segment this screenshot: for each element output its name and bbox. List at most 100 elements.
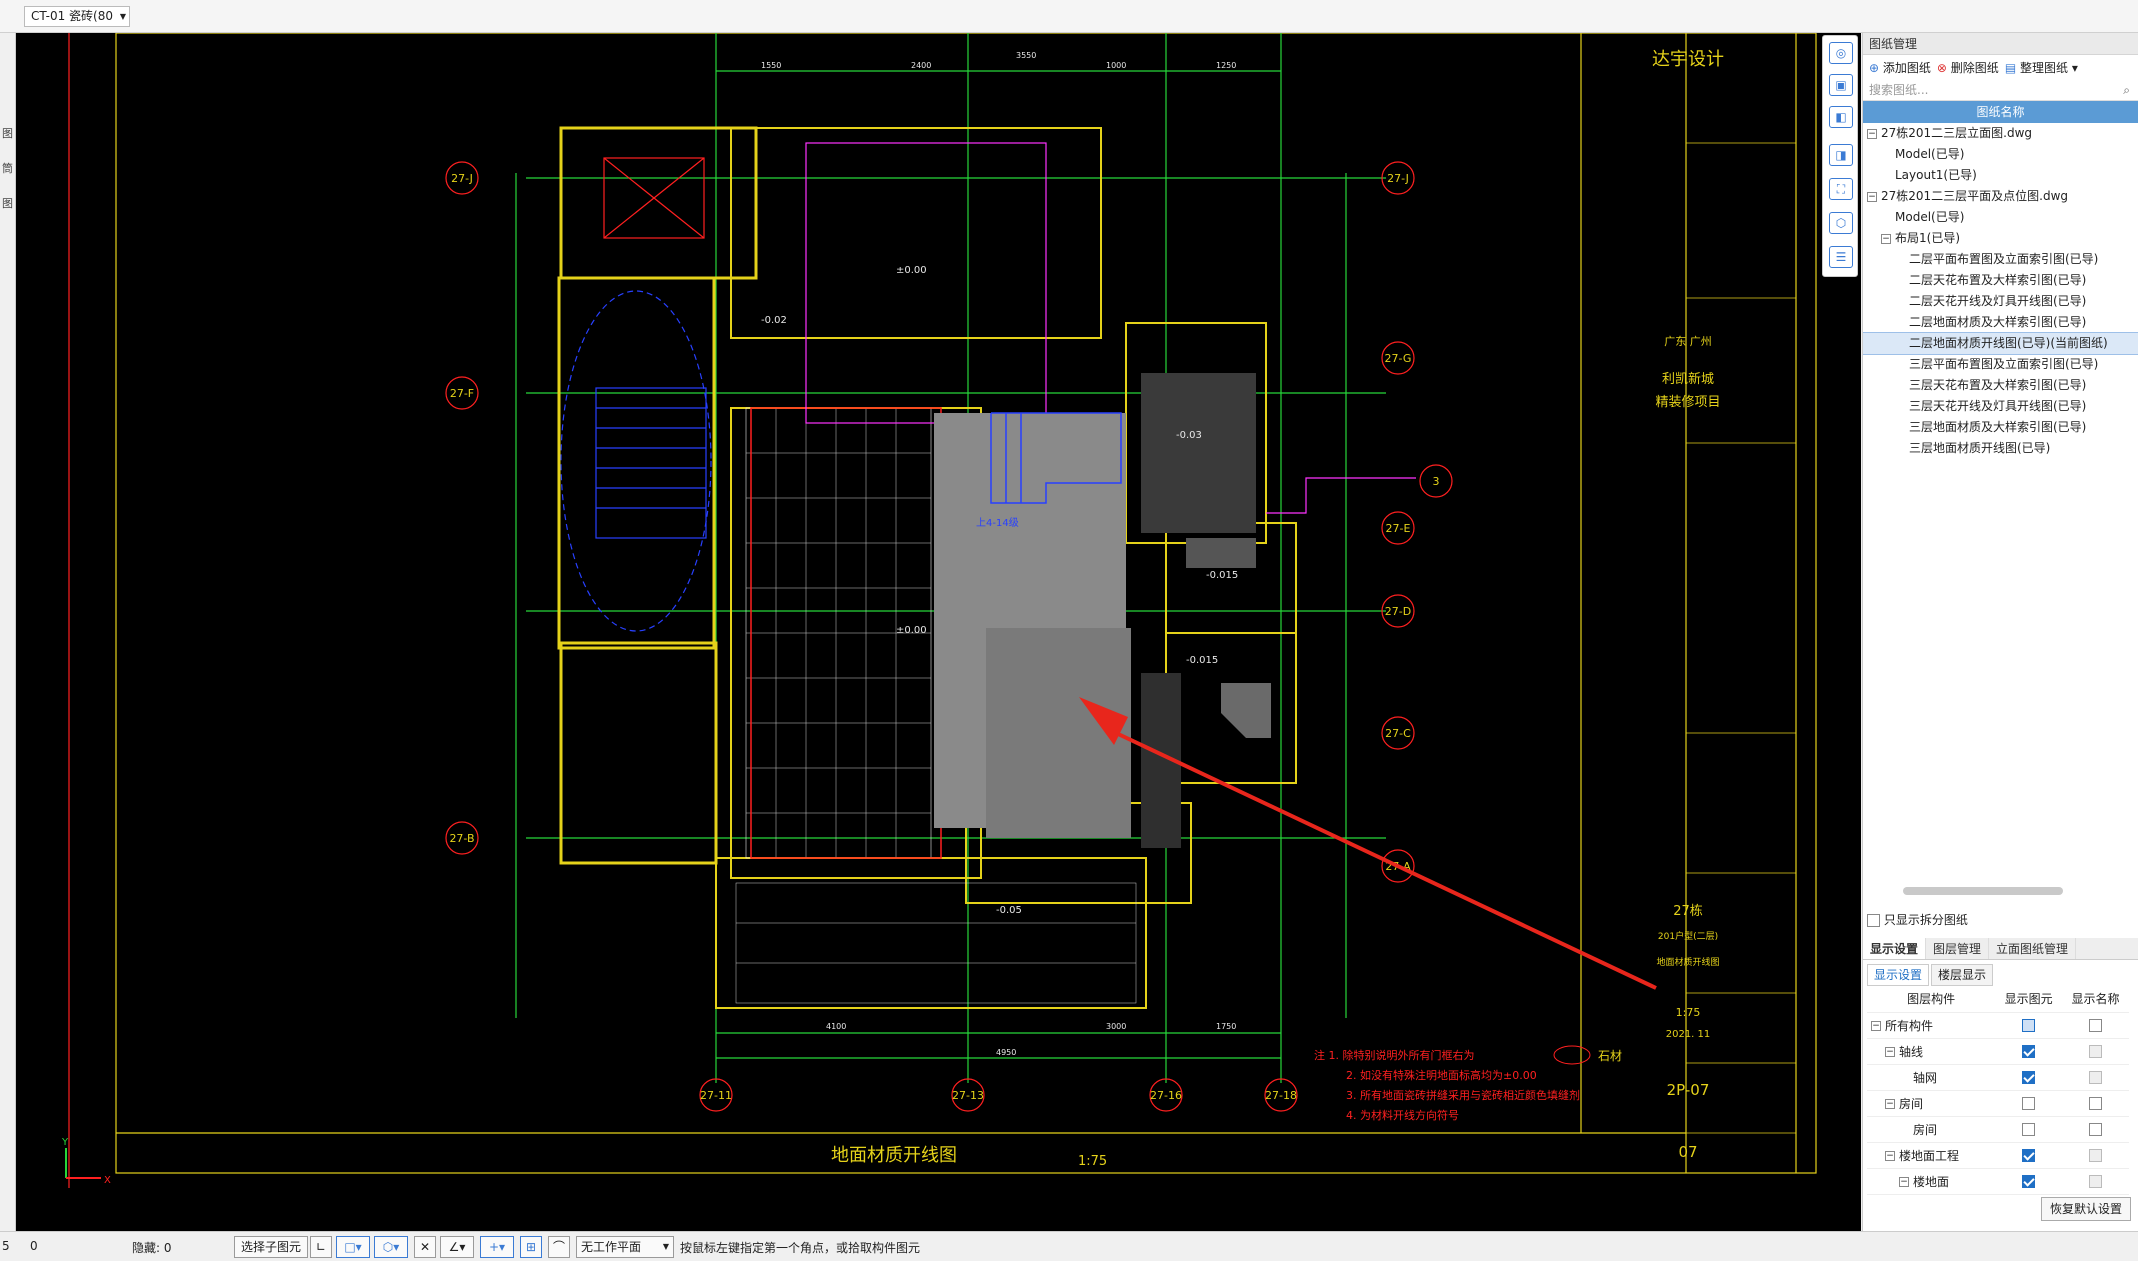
show-name-checkbox[interactable] xyxy=(2089,1123,2103,1136)
side-view-icon[interactable]: ◨ xyxy=(1829,144,1853,166)
add-drawing-button[interactable]: ⊕ 添加图纸 xyxy=(1869,59,1931,76)
show-name-checkbox[interactable] xyxy=(2089,1045,2103,1058)
dim-text: 1750 xyxy=(1216,1022,1236,1031)
select-child-button[interactable]: 选择子图元 xyxy=(234,1236,308,1258)
cross-icon[interactable]: ✕ xyxy=(414,1236,436,1258)
subtab-0[interactable]: 显示设置 xyxy=(1867,964,1930,986)
show-element-checkbox[interactable] xyxy=(2022,1175,2036,1188)
tree-item[interactable]: 二层天花开线及灯具开线图(已导) xyxy=(1909,291,2086,312)
tree-item[interactable]: 二层天花布置及大样索引图(已导) xyxy=(1909,270,2086,291)
collapse-icon[interactable]: − xyxy=(1871,1021,1881,1031)
snap-icon[interactable]: +▾ xyxy=(480,1236,514,1258)
restore-defaults-button[interactable]: 恢复默认设置 xyxy=(2041,1197,2131,1221)
tree-item[interactable]: 二层地面材质及大样索引图(已导) xyxy=(1909,312,2086,333)
wall xyxy=(557,276,716,650)
layer-table: 图层构件 显示图元 显示名称 − 所有构件 − 轴线 轴网 − 房间 房间 − 楼地面工程 − 楼地面 xyxy=(1867,986,2129,1195)
show-element-checkbox[interactable] xyxy=(2022,1123,2036,1136)
collapse-icon[interactable]: − xyxy=(1885,1151,1895,1161)
level-label: -0.015 xyxy=(1186,655,1218,666)
orbit-icon[interactable]: ◎ xyxy=(1829,42,1853,64)
tree-item[interactable]: −27栋201二三层立面图.dwg xyxy=(1867,123,2032,144)
left-strip-item[interactable]: 图 xyxy=(2,195,13,211)
axis-label: 27-18 xyxy=(1265,1089,1297,1102)
axis-label: 27-D xyxy=(1385,605,1411,618)
tree-item[interactable]: 二层平面布置图及立面索引图(已导) xyxy=(1909,249,2098,270)
tb-unit: 201户型(二层) xyxy=(1658,930,1718,942)
ortho-icon[interactable]: ∟ xyxy=(310,1236,332,1258)
collapse-icon[interactable]: − xyxy=(1899,1177,1909,1187)
show-element-checkbox[interactable] xyxy=(2022,1149,2036,1162)
tab-0[interactable]: 显示设置 xyxy=(1863,938,1927,959)
axis-label: 27-J xyxy=(451,172,473,185)
layer-row: − 楼地面 xyxy=(1867,1168,2129,1195)
select-box-icon[interactable]: □▾ xyxy=(336,1236,370,1258)
checkbox[interactable] xyxy=(1867,914,1880,927)
tree-item[interactable]: Model(已导) xyxy=(1895,207,1964,228)
show-name-checkbox[interactable] xyxy=(2089,1019,2103,1032)
arc-icon[interactable]: ⌒ xyxy=(548,1236,570,1258)
level-label: -0.05 xyxy=(996,905,1022,916)
tree-item-label: 三层地面材质及大样索引图(已导) xyxy=(1909,420,2087,434)
tree-item[interactable]: 三层地面材质及大样索引图(已导) xyxy=(1909,417,2086,438)
collapse-icon[interactable]: − xyxy=(1867,191,1877,202)
top-view-icon[interactable]: ▣ xyxy=(1829,74,1853,96)
cad-canvas[interactable]: 27-J27-F27-B27-J27-G27-E27-D27-C27-A27-1… xyxy=(16,33,1861,1231)
drawing-search-input[interactable]: 搜索图纸... ⌕ xyxy=(1863,79,2138,101)
tb-building: 27栋 xyxy=(1673,903,1703,919)
tab-2[interactable]: 立面图纸管理 xyxy=(1989,938,2077,959)
wall xyxy=(559,641,718,865)
tab-1[interactable]: 图层管理 xyxy=(1926,938,1990,959)
tree-item[interactable]: 二层地面材质开线图(已导)(当前图纸) xyxy=(1863,332,2138,355)
drawing-combo[interactable]: CT-01 瓷砖(80 ▼ xyxy=(24,6,130,27)
collapse-icon[interactable]: − xyxy=(1885,1099,1895,1109)
tree-item-label: Model(已导) xyxy=(1895,210,1965,224)
workplane-select[interactable]: 无工作平面 ▼ xyxy=(576,1236,674,1258)
chevron-down-icon: ▼ xyxy=(119,12,126,21)
layer-icon[interactable]: ⬡ xyxy=(1829,212,1853,234)
tree-item[interactable]: 三层天花开线及灯具开线图(已导) xyxy=(1909,396,2086,417)
tree-item-label: 二层地面材质及大样索引图(已导) xyxy=(1909,315,2087,329)
delete-drawing-button[interactable]: ⊗ 删除图纸 xyxy=(1937,59,1999,76)
show-element-checkbox[interactable] xyxy=(2022,1097,2036,1110)
left-strip-item[interactable]: 图 xyxy=(2,125,13,141)
tree-item[interactable]: 三层平面布置图及立面索引图(已导) xyxy=(1909,354,2098,375)
note-line: 3. 所有地面瓷砖拼缝采用与瓷砖相近颜色填缝剂 xyxy=(1346,1088,1580,1102)
grid-icon[interactable]: ⊞ xyxy=(520,1236,542,1258)
cube-icon[interactable]: ⬡▾ xyxy=(374,1236,408,1258)
show-element-checkbox[interactable] xyxy=(2022,1045,2036,1058)
tree-item[interactable]: Model(已导) xyxy=(1895,144,1964,165)
show-name-checkbox[interactable] xyxy=(2089,1097,2103,1110)
collapse-icon[interactable]: − xyxy=(1867,128,1877,139)
layer-row: − 轴线 xyxy=(1867,1038,2129,1065)
axis-label: 27-C xyxy=(1385,727,1411,740)
list-icon[interactable]: ☰ xyxy=(1829,246,1853,268)
horizontal-scrollbar[interactable] xyxy=(1903,887,2063,895)
angle-icon[interactable]: ∠▾ xyxy=(440,1236,474,1258)
tb-sheet-title: 地面材质开线图 xyxy=(1656,956,1719,968)
collapse-icon[interactable]: − xyxy=(1885,1047,1895,1057)
organize-drawing-button[interactable]: ▤ 整理图纸 ▾ xyxy=(2005,59,2078,76)
magenta-outline xyxy=(805,142,1047,424)
status-bar: 5 0 隐藏: 0 选择子图元 ∟ □▾ ⬡▾ ✕ ∠▾ +▾ ⊞ ⌒ 无工作平… xyxy=(0,1231,2138,1261)
show-element-checkbox[interactable] xyxy=(2022,1019,2036,1032)
right-panel: 图纸管理 ⊕ 添加图纸 ⊗ 删除图纸 ▤ 整理图纸 ▾ 搜索图纸... ⌕ 图纸名… xyxy=(1862,33,2138,1231)
tree-item[interactable]: 三层天花布置及大样索引图(已导) xyxy=(1909,375,2086,396)
show-name-checkbox[interactable] xyxy=(2089,1149,2103,1162)
tree-item[interactable]: − 布局1(已导) xyxy=(1881,228,1960,249)
show-name-checkbox[interactable] xyxy=(2089,1175,2103,1188)
top-toolbar: CT-01 瓷砖(80 ▼ xyxy=(0,0,2138,33)
collapse-icon[interactable]: − xyxy=(1881,233,1891,244)
fit-icon[interactable]: ⛶ xyxy=(1829,178,1853,200)
show-name-checkbox[interactable] xyxy=(2089,1071,2103,1084)
tree-item[interactable]: 三层地面材质开线图(已导) xyxy=(1909,438,2050,459)
tree-item[interactable]: Layout1(已导) xyxy=(1895,165,1977,186)
col-header: 图层构件 xyxy=(1867,986,1996,1013)
tree-item[interactable]: −27栋201二三层平面及点位图.dwg xyxy=(1867,186,2068,207)
tree-item-label: 三层天花开线及灯具开线图(已导) xyxy=(1909,399,2087,413)
subtab-1[interactable]: 楼层显示 xyxy=(1931,964,1994,986)
dim-text: 4950 xyxy=(996,1048,1016,1057)
show-element-checkbox[interactable] xyxy=(2022,1071,2036,1084)
only-split-checkbox[interactable]: 只显示拆分图纸 xyxy=(1867,911,1968,928)
left-strip-item[interactable]: 筒 xyxy=(2,160,13,176)
front-view-icon[interactable]: ◧ xyxy=(1829,106,1853,128)
